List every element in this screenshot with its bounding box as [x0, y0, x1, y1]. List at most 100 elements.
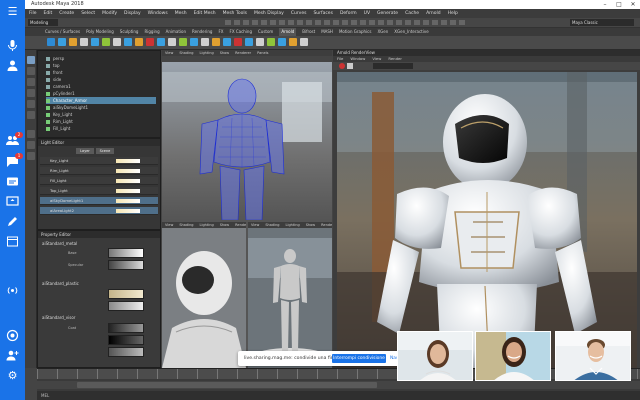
- scene-button[interactable]: Scene: [96, 148, 114, 154]
- shelf-tool-icon[interactable]: [47, 38, 55, 46]
- stop-sharing-button[interactable]: Interrompi condivisione: [332, 354, 386, 363]
- menu-icon[interactable]: ☰: [5, 4, 20, 19]
- move-tool-icon[interactable]: [27, 89, 35, 97]
- shelf-tool-icon[interactable]: [80, 38, 88, 46]
- shelf-tab[interactable]: Poly Modeling: [86, 28, 114, 36]
- menu-item-uv[interactable]: UV: [364, 9, 370, 18]
- menu-item-mesh-display[interactable]: Mesh Display: [254, 9, 284, 18]
- scale-tool-icon[interactable]: [27, 111, 35, 119]
- light-row[interactable]: Top_Light: [40, 187, 158, 195]
- outliner-item[interactable]: Key_Light: [46, 111, 156, 118]
- shelf-tab[interactable]: Rendering: [192, 28, 212, 36]
- base-color-swatch[interactable]: [108, 289, 144, 299]
- coat-color-swatch[interactable]: [108, 335, 144, 345]
- outliner-item[interactable]: camera1: [46, 83, 156, 90]
- mic-icon[interactable]: [5, 38, 20, 53]
- shelf-tab[interactable]: Motion Graphics: [339, 28, 372, 36]
- layer-button[interactable]: Layer: [76, 148, 94, 154]
- menu-item-mesh[interactable]: Mesh: [175, 9, 187, 18]
- coat-color-swatch[interactable]: [108, 347, 144, 357]
- light-row[interactable]: Rim_Light: [40, 167, 158, 175]
- shelf-tool-icon[interactable]: [69, 38, 77, 46]
- shelf-tab[interactable]: FX Caching: [230, 28, 252, 36]
- shelf-tool-icon[interactable]: [234, 38, 242, 46]
- coat-color-swatch[interactable]: [108, 323, 144, 333]
- pen-icon[interactable]: [5, 214, 20, 229]
- shelf-tool-icon[interactable]: [58, 38, 66, 46]
- menu-item-create[interactable]: Create: [59, 9, 74, 18]
- participant-video-tile[interactable]: [475, 331, 551, 381]
- layout-single-icon[interactable]: [27, 130, 35, 138]
- shelf-tool-icon[interactable]: [146, 38, 154, 46]
- material-group[interactable]: aiStandard_visor: [42, 315, 75, 320]
- maximize-button[interactable]: □: [612, 0, 626, 9]
- minimize-button[interactable]: –: [598, 0, 612, 9]
- specular-color-swatch[interactable]: [108, 301, 144, 311]
- menu-item-cache[interactable]: Cache: [405, 9, 419, 18]
- material-group[interactable]: aiStandard_plastic: [42, 281, 79, 286]
- outliner-item[interactable]: front: [46, 69, 156, 76]
- people-icon[interactable]: [5, 58, 20, 73]
- light-row[interactable]: Key_Light: [40, 157, 158, 165]
- shelf-tool-icon[interactable]: [289, 38, 297, 46]
- present-icon[interactable]: [5, 194, 20, 209]
- light-color-swatch[interactable]: [116, 189, 140, 193]
- menu-item-mesh-tools[interactable]: Mesh Tools: [223, 9, 247, 18]
- bottom-left-viewport[interactable]: ViewShadingLightingShowRendererPanels: [162, 222, 246, 368]
- record-icon[interactable]: [5, 328, 20, 343]
- shelf-tool-icon[interactable]: [201, 38, 209, 46]
- outliner-item[interactable]: Character_Armor: [46, 97, 156, 104]
- close-button[interactable]: ✕: [626, 0, 640, 9]
- broadcast-icon[interactable]: [5, 283, 20, 298]
- camera-dropdown[interactable]: [373, 63, 413, 69]
- lasso-tool-icon[interactable]: [27, 67, 35, 75]
- light-color-swatch[interactable]: [116, 199, 140, 203]
- menu-item-edit-mesh[interactable]: Edit Mesh: [194, 9, 216, 18]
- shelf-tool-icon[interactable]: [212, 38, 220, 46]
- specular-color-swatch[interactable]: [108, 260, 144, 270]
- participant-video-tile[interactable]: [397, 331, 473, 381]
- stop-icon[interactable]: [347, 63, 353, 69]
- calendar-icon[interactable]: [5, 234, 20, 249]
- light-color-swatch[interactable]: [116, 209, 140, 213]
- add-person-icon[interactable]: [5, 348, 20, 363]
- select-tool-icon[interactable]: [27, 56, 35, 64]
- menu-item-windows[interactable]: Windows: [148, 9, 168, 18]
- workspace-dropdown[interactable]: Maya Classic: [570, 19, 634, 26]
- shelf-tab[interactable]: Sculpting: [120, 28, 139, 36]
- material-group[interactable]: aiStandard_metal: [42, 241, 77, 246]
- outliner-item[interactable]: pCylinder1: [46, 90, 156, 97]
- participant-video-tile[interactable]: [555, 331, 631, 381]
- light-row[interactable]: Fill_Light: [40, 177, 158, 185]
- rotate-tool-icon[interactable]: [27, 100, 35, 108]
- menu-item-deform[interactable]: Deform: [340, 9, 357, 18]
- render-view-toolbar[interactable]: [333, 62, 640, 70]
- menu-item-edit[interactable]: Edit: [44, 9, 53, 18]
- menu-item-curves[interactable]: Curves: [291, 9, 307, 18]
- outliner-item[interactable]: Rim_Light: [46, 118, 156, 125]
- shelf-tool-icon[interactable]: [168, 38, 176, 46]
- shelf-tool-icon[interactable]: [102, 38, 110, 46]
- menu-item-modify[interactable]: Modify: [102, 9, 117, 18]
- bottom-right-viewport[interactable]: ViewShadingLightingShowRendererPanels: [248, 222, 332, 368]
- outliner-item[interactable]: side: [46, 76, 156, 83]
- menu-item-surfaces[interactable]: Surfaces: [313, 9, 333, 18]
- light-row[interactable]: aiAreaLight2: [40, 207, 158, 215]
- status-icons[interactable]: [225, 20, 465, 25]
- shelf-tab[interactable]: Custom: [258, 28, 273, 36]
- shelf-tool-icon[interactable]: [135, 38, 143, 46]
- shelf-tool-icon[interactable]: [157, 38, 165, 46]
- menu-item-help[interactable]: Help: [448, 9, 458, 18]
- outliner-item[interactable]: top: [46, 62, 156, 69]
- shelf-tool-icon[interactable]: [256, 38, 264, 46]
- shelf-tab[interactable]: MASH: [321, 28, 333, 36]
- perspective-viewport[interactable]: View Shading Lighting Show Renderer Panels: [162, 50, 332, 220]
- shelf-tool-icon[interactable]: [267, 38, 275, 46]
- shelf-tab[interactable]: Arnold: [279, 28, 297, 36]
- light-color-swatch[interactable]: [116, 159, 140, 163]
- render-icon[interactable]: [339, 63, 345, 69]
- shelf-tool-icon[interactable]: [113, 38, 121, 46]
- menu-item-display[interactable]: Display: [124, 9, 141, 18]
- layout-two-icon[interactable]: [27, 152, 35, 160]
- menu-item-file[interactable]: File: [29, 9, 37, 18]
